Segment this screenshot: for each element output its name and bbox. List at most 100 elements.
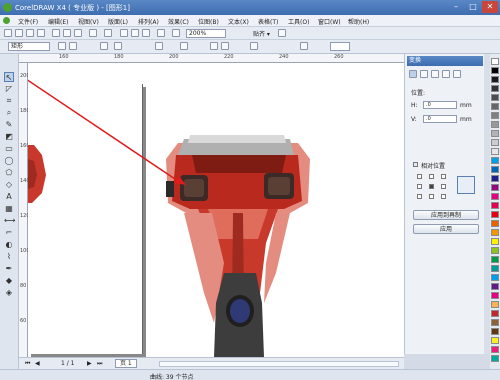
eyedropper-tool-icon[interactable]: ⌇ [4, 252, 14, 262]
shape-tool-icon[interactable]: ◸ [4, 84, 14, 94]
polygon-tool-icon[interactable]: ⬠ [4, 168, 14, 178]
palette-swatch[interactable] [491, 121, 499, 128]
scale-icon[interactable] [114, 42, 122, 50]
lock-ratio-icon[interactable] [155, 42, 163, 50]
text-tool-icon[interactable]: A [4, 192, 14, 202]
mirror-horizontal-icon[interactable] [210, 42, 218, 50]
palette-swatch[interactable] [491, 247, 499, 254]
palette-swatch[interactable] [491, 184, 499, 191]
palette-swatch[interactable] [491, 274, 499, 281]
palette-swatch[interactable] [491, 220, 499, 227]
palette-swatch[interactable] [491, 229, 499, 236]
palette-swatch[interactable] [491, 94, 499, 101]
palette-swatch[interactable] [491, 301, 499, 308]
preset-select[interactable]: 矩形 [8, 42, 50, 51]
palette-swatch[interactable] [491, 337, 499, 344]
palette-swatch[interactable] [491, 58, 499, 65]
palette-swatch[interactable] [491, 148, 499, 155]
import-icon[interactable] [131, 29, 139, 37]
palette-swatch[interactable] [491, 202, 499, 209]
palette-swatch[interactable] [491, 175, 499, 182]
open-icon[interactable] [15, 29, 23, 37]
anchor-bottom-center[interactable] [429, 194, 434, 199]
palette-swatch[interactable] [491, 328, 499, 335]
palette-swatch[interactable] [491, 85, 499, 92]
previous-page-icon[interactable]: ◀ [35, 360, 40, 367]
ellipse-tool-icon[interactable]: ◯ [4, 156, 14, 166]
y-position-input[interactable]: .0 [423, 115, 457, 123]
menu-window[interactable]: 窗口(W) [318, 17, 341, 26]
outline-width-icon[interactable] [300, 42, 308, 50]
interactive-fill-icon[interactable]: ◈ [4, 288, 14, 298]
table-tool-icon[interactable]: ▦ [4, 204, 14, 214]
palette-swatch[interactable] [491, 238, 499, 245]
welcome-screen-icon[interactable] [172, 29, 180, 37]
application-launcher-icon[interactable] [157, 29, 165, 37]
palette-swatch[interactable] [491, 103, 499, 110]
anchor-middle-right[interactable] [441, 184, 446, 189]
anchor-top-right[interactable] [441, 174, 446, 179]
rotation-icon[interactable] [180, 42, 188, 50]
shaver-illustration[interactable] [28, 63, 404, 357]
app-menu-icon[interactable] [3, 17, 10, 24]
scale-tab-icon[interactable] [431, 70, 439, 78]
options-icon[interactable] [278, 29, 286, 37]
palette-swatch[interactable] [491, 319, 499, 326]
menu-help[interactable]: 帮助(H) [348, 17, 369, 26]
outline-width-select[interactable] [330, 42, 350, 51]
menu-text[interactable]: 文本(X) [228, 17, 249, 26]
anchor-bottom-right[interactable] [441, 194, 446, 199]
menu-bitmaps[interactable]: 位图(B) [198, 17, 219, 26]
horizontal-scrollbar[interactable] [159, 361, 399, 367]
add-preset-icon[interactable] [58, 42, 66, 50]
palette-swatch[interactable] [491, 76, 499, 83]
relative-position-checkbox[interactable] [413, 162, 418, 167]
zoom-tool-icon[interactable]: ⌕ [4, 108, 14, 118]
blend-tool-icon[interactable]: ◐ [4, 240, 14, 250]
dimension-tool-icon[interactable]: ⟷ [4, 216, 15, 226]
copy-icon[interactable] [63, 29, 71, 37]
anchor-top-center[interactable] [429, 174, 434, 179]
close-button[interactable]: ✕ [482, 1, 498, 13]
palette-swatch[interactable] [491, 346, 499, 353]
anchor-middle-left[interactable] [417, 184, 422, 189]
palette-swatch[interactable] [491, 67, 499, 74]
menu-layout[interactable]: 版面(L) [108, 17, 128, 26]
anchor-bottom-left[interactable] [417, 194, 422, 199]
palette-swatch[interactable] [491, 211, 499, 218]
menu-view[interactable]: 视图(V) [78, 17, 99, 26]
menu-table[interactable]: 表格(T) [258, 17, 278, 26]
palette-swatch[interactable] [491, 292, 499, 299]
palette-swatch[interactable] [491, 166, 499, 173]
palette-swatch[interactable] [491, 112, 499, 119]
vertical-ruler[interactable]: 200 180 160 140 120 100 80 60 [19, 63, 30, 357]
last-page-icon[interactable]: ⏭ [97, 360, 102, 368]
apply-button[interactable]: 应用 [413, 224, 479, 234]
basic-shapes-icon[interactable]: ◇ [4, 180, 14, 190]
mirror-vertical-icon[interactable] [221, 42, 229, 50]
menu-effects[interactable]: 效果(C) [168, 17, 189, 26]
anchor-top-left[interactable] [417, 174, 422, 179]
crop-tool-icon[interactable]: ⌗ [4, 96, 14, 106]
remove-preset-icon[interactable] [69, 42, 77, 50]
horizontal-ruler[interactable]: 160 180 200 220 240 260 [19, 54, 404, 63]
palette-swatch[interactable] [491, 139, 499, 146]
palette-swatch[interactable] [491, 310, 499, 317]
connector-tool-icon[interactable]: ⌐ [4, 228, 14, 238]
print-icon[interactable] [37, 29, 45, 37]
menu-arrange[interactable]: 排列(A) [138, 17, 159, 26]
first-page-icon[interactable]: ⏮ [25, 360, 30, 368]
palette-swatch[interactable] [491, 355, 499, 362]
paste-icon[interactable] [74, 29, 82, 37]
palette-swatch[interactable] [491, 130, 499, 137]
size-tab-icon[interactable] [442, 70, 450, 78]
smart-fill-icon[interactable]: ◩ [4, 132, 14, 142]
rectangle-tool-icon[interactable]: ▭ [4, 144, 14, 154]
export-icon[interactable] [142, 29, 150, 37]
anchor-center[interactable] [429, 184, 434, 189]
search-content-icon[interactable] [120, 29, 128, 37]
palette-swatch[interactable] [491, 265, 499, 272]
redo-icon[interactable] [104, 29, 112, 37]
menu-tools[interactable]: 工具(O) [288, 17, 309, 26]
maximize-button[interactable]: □ [465, 1, 481, 13]
